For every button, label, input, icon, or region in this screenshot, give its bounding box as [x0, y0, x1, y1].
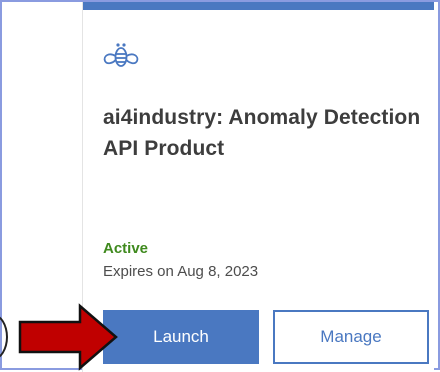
red-arrow-icon	[18, 303, 118, 371]
bee-icon	[103, 43, 139, 67]
product-card: ai4industry: Anomaly Detection API Produ…	[82, 2, 434, 372]
card-top-accent-bar	[83, 2, 434, 10]
expiration-date: Expires on Aug 8, 2023	[103, 263, 259, 280]
launch-button[interactable]: Launch	[103, 310, 259, 364]
partial-circle-marker	[0, 314, 8, 360]
status-badge: Active	[103, 240, 149, 257]
product-title: ai4industry: Anomaly Detection API Produ…	[103, 106, 421, 160]
manage-button[interactable]: Manage	[273, 310, 429, 364]
screenshot-frame: ai4industry: Anomaly Detection API Produ…	[0, 0, 440, 372]
